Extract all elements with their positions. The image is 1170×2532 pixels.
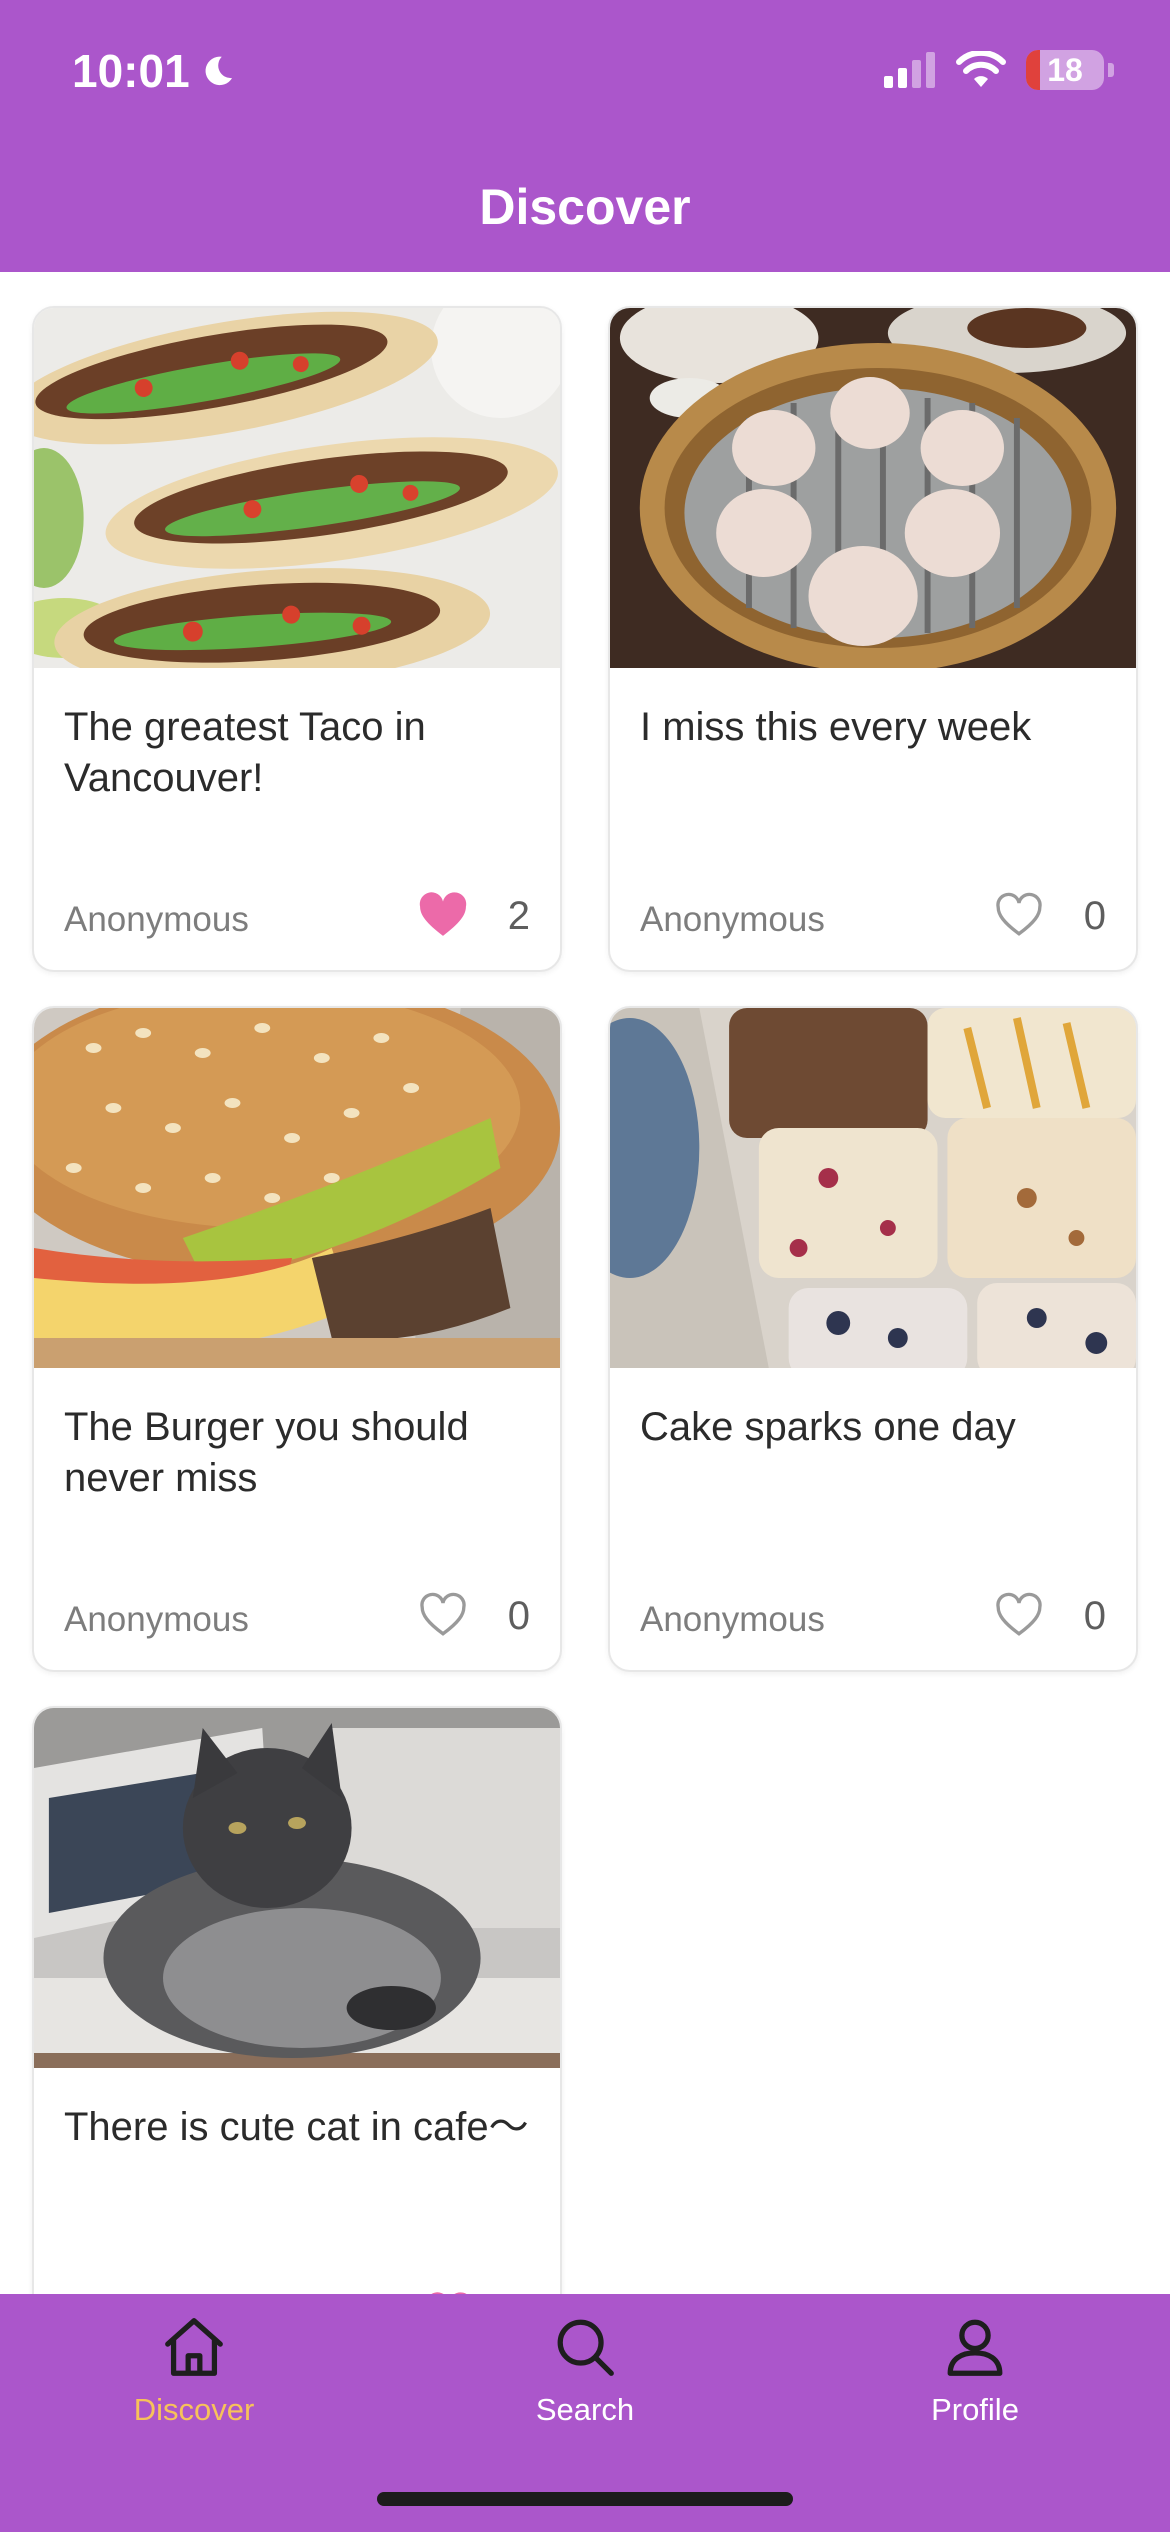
- pastries-photo: [610, 1008, 1136, 1368]
- cellular-signal-icon: [884, 52, 935, 88]
- like-count: 0: [1083, 1594, 1106, 1638]
- tab-label: Discover: [133, 2392, 255, 2427]
- person-icon: [947, 2319, 1003, 2376]
- post-card[interactable]: There is cute cat in cafe～ kk 1: [32, 1706, 562, 2294]
- tab-discover[interactable]: Discover: [64, 2312, 324, 2428]
- tab-search[interactable]: Search: [455, 2312, 715, 2428]
- post-author: Anonymous: [64, 900, 249, 939]
- tab-profile[interactable]: Profile: [845, 2312, 1105, 2428]
- burger-photo: [34, 1008, 560, 1368]
- battery-indicator: 18: [1026, 50, 1104, 90]
- post-title: The greatest Taco in Vancouver!: [64, 705, 426, 800]
- home-icon: [165, 2318, 223, 2376]
- post-card[interactable]: Cake sparks one day Anonymous 0: [608, 1006, 1138, 1672]
- like-count: 2: [507, 894, 530, 938]
- battery-level-fill: [1026, 50, 1041, 90]
- post-title: The Burger you should never miss: [64, 1405, 469, 1500]
- tab-label: Search: [535, 2392, 635, 2427]
- battery-nub: [1108, 63, 1114, 77]
- post-card[interactable]: The greatest Taco in Vancouver! Anonymou…: [32, 306, 562, 972]
- cat-photo: [34, 1708, 560, 2068]
- status-time: 10:01: [72, 44, 236, 98]
- post-card[interactable]: The Burger you should never miss Anonymo…: [32, 1006, 562, 1672]
- top-bar: 10:01 18 Discover: [0, 0, 1170, 272]
- status-time-text: 10:01: [72, 45, 190, 97]
- post-card[interactable]: I miss this every week Anonymous 0: [608, 306, 1138, 972]
- post-title: There is cute cat in cafe～: [64, 2105, 529, 2149]
- home-indicator: [377, 2492, 793, 2506]
- status-indicators: 18: [884, 50, 1114, 90]
- moon-icon: [205, 56, 232, 86]
- post-title: I miss this every week: [640, 705, 1032, 749]
- battery-percent: 18: [1047, 51, 1083, 88]
- wifi-icon: [956, 51, 1006, 87]
- heart-outline-icon[interactable]: [994, 892, 1044, 938]
- tacos-photo: [34, 308, 560, 668]
- search-icon: [557, 2319, 614, 2376]
- heart-outline-icon[interactable]: [418, 1592, 468, 1638]
- heart-filled-icon[interactable]: [418, 892, 468, 938]
- tab-label: Profile: [931, 2392, 1019, 2427]
- post-feed[interactable]: The greatest Taco in Vancouver! Anonymou…: [0, 272, 1170, 2294]
- page-title: Discover: [479, 179, 691, 235]
- post-author: Anonymous: [640, 1600, 825, 1639]
- post-author: Anonymous: [640, 900, 825, 939]
- like-count: 0: [1083, 894, 1106, 938]
- like-count: 0: [507, 1594, 530, 1638]
- post-author: Anonymous: [64, 1600, 249, 1639]
- post-title: Cake sparks one day: [640, 1405, 1016, 1449]
- dumplings-photo: [610, 308, 1136, 668]
- heart-outline-icon[interactable]: [994, 1592, 1044, 1638]
